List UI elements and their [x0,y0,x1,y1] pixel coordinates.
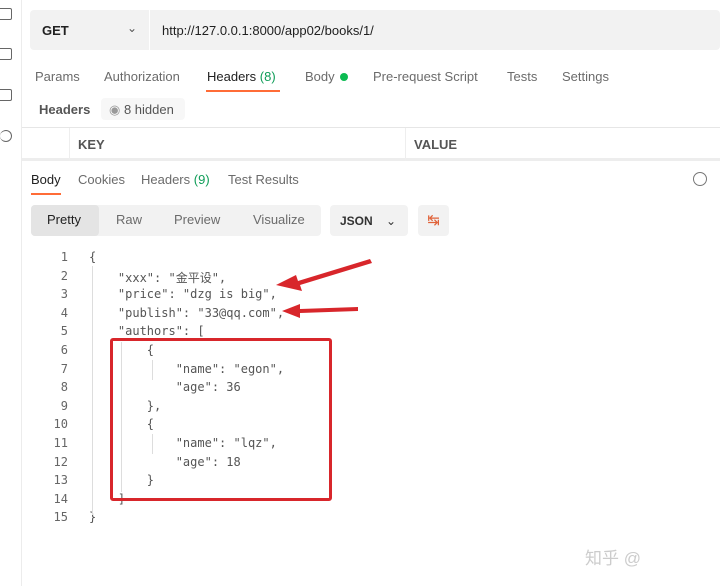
tab-params[interactable]: Params [35,69,80,84]
format-preview[interactable]: Preview [174,212,220,227]
headers-table-header: KEY VALUE [22,127,720,161]
line-number: 10 [53,417,68,432]
line-number: 3 [60,287,68,302]
line-number: 6 [60,343,68,357]
annotation-arrows [276,259,372,318]
format-raw[interactable]: Raw [116,212,142,227]
format-pretty[interactable]: Pretty [47,212,81,227]
tab-authorization[interactable]: Authorization [104,69,180,84]
active-tab-underline [206,90,280,92]
line-number: 2 [60,268,68,283]
line-number: 1 [60,250,68,264]
indent-guide [92,266,93,515]
line-number: 12 [53,454,68,469]
response-tab-test-results[interactable]: Test Results [228,172,299,187]
line-number: 5 [60,324,68,339]
tab-label: Body [305,69,335,84]
line-number: 11 [53,436,68,450]
code-line: "publish": "33@qq.com", [89,305,285,320]
response-tab-headers[interactable]: Headers (9) [141,172,210,187]
tab-label: Headers [207,69,257,84]
watermark: 知乎 @ [585,549,641,568]
tab-settings[interactable]: Settings [562,69,609,84]
code-line: "xxx": "金平设", [89,270,227,285]
collection-icon[interactable] [0,48,12,60]
url-input[interactable]: http://127.0.0.1:8000/app02/books/1/ [162,23,374,38]
api-icon[interactable] [0,8,12,20]
wrap-lines-button[interactable]: ↹ [418,205,449,236]
code-line: "price": "dzg is big", [89,287,277,302]
history-icon[interactable] [0,130,12,142]
format-visualize[interactable]: Visualize [253,212,305,227]
sidebar [0,0,22,586]
column-divider [69,128,70,161]
line-number: 7 [60,361,68,376]
headers-label: Headers [39,102,91,117]
annotation-box [110,338,332,501]
chevron-down-icon: ⌄ [386,214,397,228]
line-number: 8 [60,380,68,395]
line-number: 13 [53,473,68,488]
method-value: GET [42,23,69,38]
tab-body[interactable]: Body [305,69,348,84]
wrap-icon: ↹ [427,212,440,229]
headers-count: (9) [193,172,210,187]
active-tab-underline [31,193,61,195]
format-value: JSON [340,214,373,228]
column-divider [405,128,406,161]
tab-tests[interactable]: Tests [507,69,537,84]
column-key: KEY [78,137,105,152]
line-number: 4 [60,305,68,320]
code-line: "authors": [ [89,324,205,339]
eye-icon: ◉ [109,102,121,117]
line-number: 15 [53,510,68,525]
tab-headers[interactable]: Headers (8) [207,69,276,84]
chevron-down-icon: ⌄ [126,21,137,35]
method-select[interactable]: GET ⌄ [30,10,150,50]
hidden-count: 8 hidden [123,102,174,117]
line-number: 9 [60,398,68,413]
headers-count: (8) [259,69,276,84]
line-number: 14 [53,491,68,506]
status-dot-icon [339,73,348,81]
arrow-icon [276,259,372,318]
monitor-icon[interactable] [0,89,12,101]
response-tab-body[interactable]: Body [31,172,61,187]
response-tab-cookies[interactable]: Cookies [78,172,125,187]
tab-pre-request-script[interactable]: Pre-request Script [373,69,478,84]
format-select[interactable]: JSON ⌄ [330,205,408,236]
tab-label: Headers [141,172,191,187]
globe-icon[interactable] [693,172,707,186]
column-value: VALUE [414,137,458,152]
hidden-headers-toggle[interactable]: ◉ 8 hidden [101,98,185,120]
code-line: { [89,250,97,264]
